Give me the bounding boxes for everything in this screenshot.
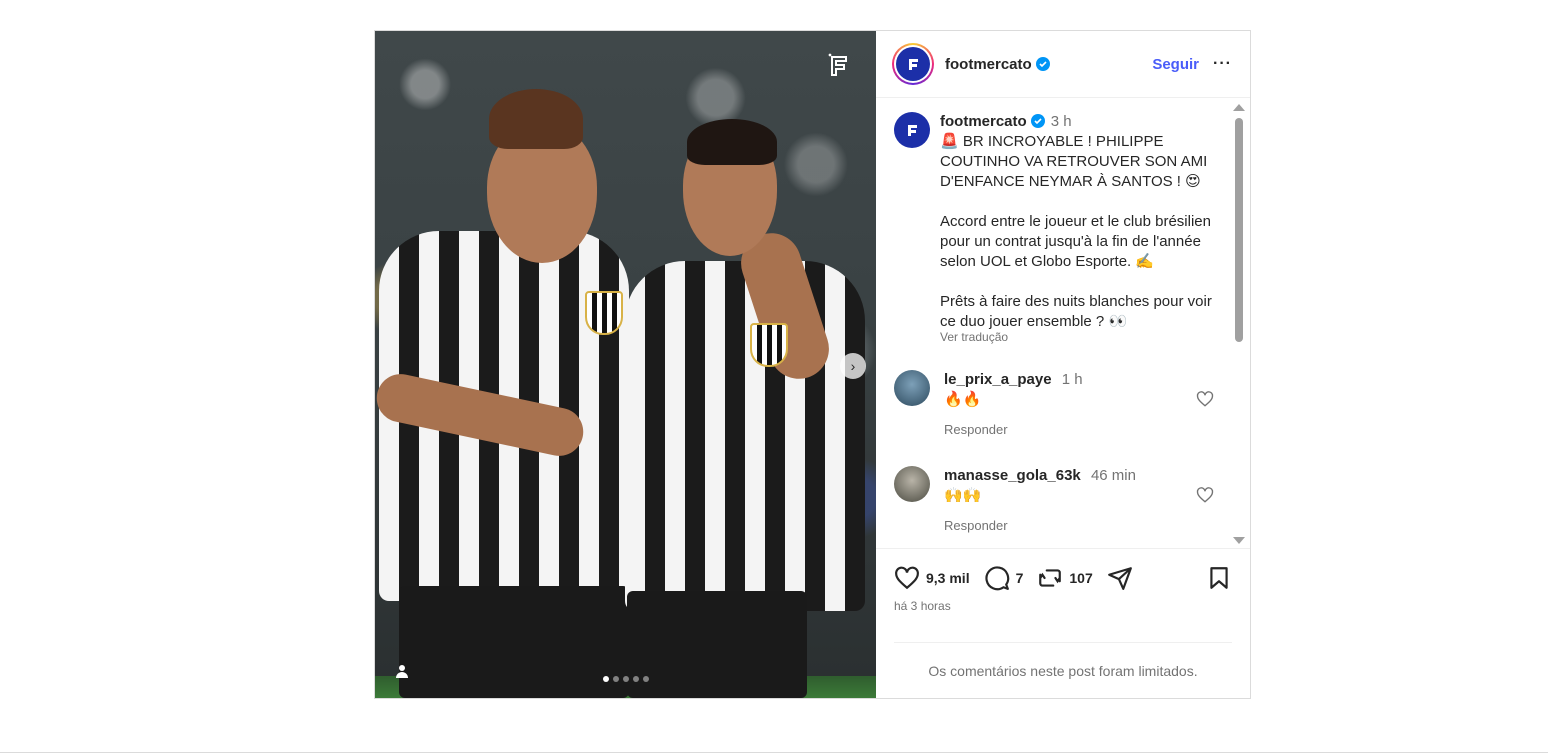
verified-badge-icon [1035,57,1050,71]
caption-text-headline: 🚨 BR INCROYABLE ! PHILIPPE COUTINHO VA R… [940,133,1208,190]
carousel-next-button[interactable]: › [840,353,866,379]
page-divider [0,752,1548,753]
repost-icon[interactable] [1037,565,1063,591]
comment-item: manasse_gola_63k 46 min 🙌🙌 Responder [876,466,1250,536]
caption-username[interactable]: footmercato [940,113,1027,130]
like-heart-icon[interactable] [894,565,920,591]
footmercato-watermark-icon [828,53,847,76]
see-translation-link[interactable]: Ver tradução [940,330,1225,344]
commenter-avatar[interactable] [894,466,930,502]
follow-button[interactable]: Seguir [1152,56,1199,73]
post-caption: footmercato 3 h 🚨 BR INCROYABLE ! PHILIPP… [876,98,1250,344]
comment-time[interactable]: 1 h [1062,371,1083,388]
more-options-button[interactable]: ··· [1213,55,1232,73]
carousel-dot [632,676,639,682]
post-timestamp[interactable]: há 3 horas [894,599,1232,613]
post-actions: 9,3 mil 7 107 há 3 horas [876,548,1250,642]
comment-username[interactable]: le_prix_a_paye [944,371,1052,388]
reply-button[interactable]: Responder [944,516,1136,536]
author-avatar-ring[interactable] [892,43,934,85]
footmercato-logo-icon [908,125,917,136]
comment-username[interactable]: manasse_gola_63k [944,467,1081,484]
carousel-dot [622,676,629,682]
comment-text: 🔥🔥 [944,391,982,408]
comment-time[interactable]: 46 min [1091,467,1136,484]
reposts-count[interactable]: 107 [1069,570,1092,586]
likes-count[interactable]: 9,3 mil [926,570,970,586]
post-header: footmercato Seguir ··· [876,31,1250,98]
caption-text-body: Accord entre le joueur et le club brésil… [940,213,1211,270]
carousel-dot [612,676,619,682]
save-bookmark-icon[interactable] [1206,565,1232,591]
footmercato-logo-icon [909,59,918,70]
caption-avatar[interactable] [894,112,930,148]
user-tag-icon[interactable] [395,664,409,678]
comments-scroll-area[interactable]: footmercato 3 h 🚨 BR INCROYABLE ! PHILIPP… [876,98,1250,548]
author-avatar [896,47,930,81]
comments-limited-notice: Os comentários neste post foram limitado… [894,642,1232,698]
reply-button[interactable]: Responder [944,420,1083,440]
caption-text-question: Prêts à faire des nuits blanches pour vo… [940,293,1212,330]
post-dialog: › footmercato Seguir ··· footmercato 3 h… [374,30,1251,699]
comments-count[interactable]: 7 [1016,570,1024,586]
verified-badge-icon [1030,114,1045,128]
caption-time[interactable]: 3 h [1051,113,1072,130]
like-comment-heart-icon[interactable] [1196,486,1214,504]
scrollbar[interactable] [1232,104,1245,544]
scroll-down-arrow-icon[interactable] [1233,537,1245,544]
comment-text: 🙌🙌 [944,487,982,504]
like-comment-heart-icon[interactable] [1196,390,1214,408]
comment-item: le_prix_a_paye 1 h 🔥🔥 Responder [876,370,1250,440]
post-media[interactable]: › [375,31,876,698]
share-send-icon[interactable] [1107,565,1133,591]
carousel-dot-active [602,676,609,682]
carousel-indicator [602,676,649,682]
scrollbar-thumb[interactable] [1235,118,1243,342]
carousel-dot [642,676,649,682]
scroll-up-arrow-icon[interactable] [1233,104,1245,111]
author-username[interactable]: footmercato [945,56,1032,73]
post-side-panel: footmercato Seguir ··· footmercato 3 h 🚨 … [876,31,1250,698]
comment-bubble-icon[interactable] [984,565,1010,591]
commenter-avatar[interactable] [894,370,930,406]
